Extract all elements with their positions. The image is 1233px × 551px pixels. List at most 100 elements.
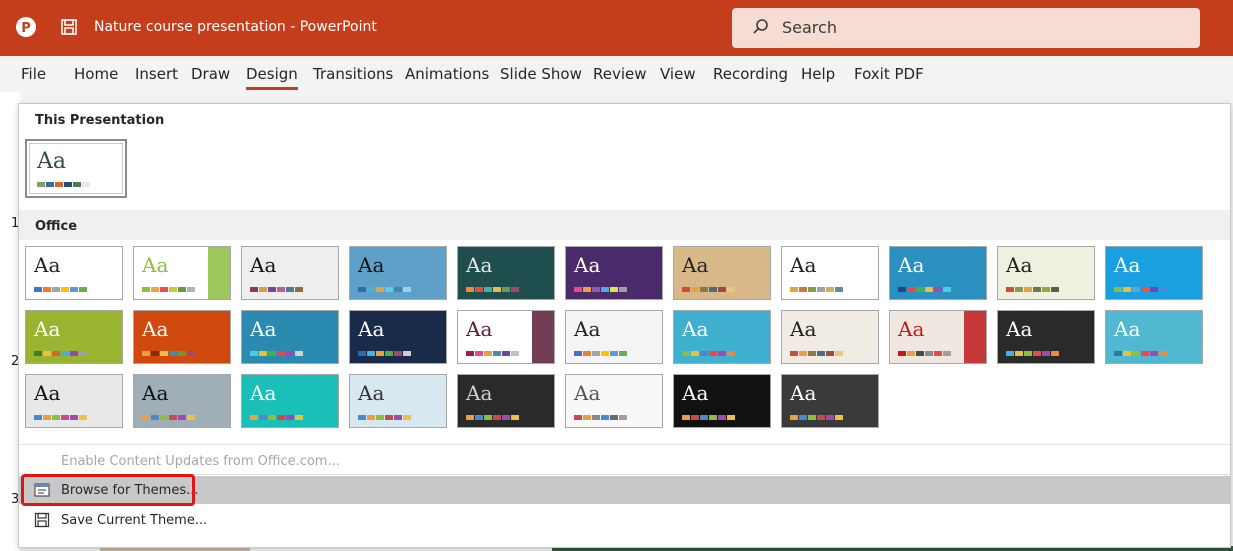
swatch: [79, 351, 87, 356]
current-theme-thumbnail[interactable]: Aa: [25, 139, 127, 198]
theme-thumbnail[interactable]: Aa: [457, 246, 555, 300]
swatch: [682, 415, 690, 420]
theme-thumbnail[interactable]: Aa: [673, 246, 771, 300]
tab-transitions[interactable]: Transitions: [313, 65, 393, 83]
swatch: [493, 415, 501, 420]
swatch: [511, 351, 519, 356]
theme-thumbnail[interactable]: Aa: [565, 374, 663, 428]
color-swatches: [898, 287, 951, 292]
theme-thumbnail[interactable]: Aa: [889, 246, 987, 300]
theme-thumbnail[interactable]: Aa: [349, 246, 447, 300]
save-current-theme-item[interactable]: Save Current Theme...: [19, 506, 1230, 534]
swatch: [475, 287, 483, 292]
color-swatches: [34, 351, 87, 356]
theme-thumbnail[interactable]: Aa: [781, 310, 879, 364]
swatch: [1114, 351, 1122, 356]
swatch: [385, 287, 393, 292]
swatch: [55, 182, 63, 187]
swatch: [1132, 351, 1140, 356]
tab-recording[interactable]: Recording: [713, 65, 788, 83]
theme-sample-text: Aa: [250, 253, 277, 277]
search-box[interactable]: Search: [732, 8, 1200, 48]
save-theme-icon: [34, 512, 50, 528]
theme-thumbnail[interactable]: Aa: [997, 310, 1095, 364]
tab-home[interactable]: Home: [74, 65, 118, 83]
tab-animations[interactable]: Animations: [405, 65, 489, 83]
menu-item-label: Save Current Theme...: [61, 513, 208, 528]
tab-review[interactable]: Review: [593, 65, 647, 83]
theme-sample-text: Aa: [574, 317, 601, 341]
theme-sample-text: Aa: [37, 149, 67, 174]
theme-thumbnail[interactable]: Aa: [133, 310, 231, 364]
theme-thumbnail[interactable]: Aa: [25, 310, 123, 364]
theme-thumbnail[interactable]: Aa: [25, 374, 123, 428]
tab-design[interactable]: Design: [246, 65, 298, 90]
color-swatches: [790, 287, 843, 292]
tab-foxit-pdf[interactable]: Foxit PDF: [854, 65, 924, 83]
window-title: Nature course presentation - PowerPoint: [94, 19, 377, 35]
theme-thumbnail[interactable]: Aa: [349, 310, 447, 364]
swatch: [142, 287, 150, 292]
theme-thumbnail[interactable]: Aa: [241, 246, 339, 300]
theme-thumbnail[interactable]: Aa: [133, 374, 231, 428]
theme-thumbnail[interactable]: Aa: [997, 246, 1095, 300]
theme-thumbnail[interactable]: Aa: [781, 246, 879, 300]
swatch: [403, 287, 411, 292]
swatch: [817, 415, 825, 420]
swatch: [826, 287, 834, 292]
swatch: [376, 351, 384, 356]
swatch: [1051, 351, 1059, 356]
theme-thumbnail[interactable]: Aa: [565, 246, 663, 300]
theme-thumbnail[interactable]: Aa: [133, 246, 231, 300]
swatch: [367, 415, 375, 420]
swatch: [610, 351, 618, 356]
theme-thumbnail[interactable]: Aa: [457, 310, 555, 364]
swatch: [43, 415, 51, 420]
swatch: [169, 287, 177, 292]
theme-thumbnail[interactable]: Aa: [349, 374, 447, 428]
swatch: [1141, 351, 1149, 356]
swatch: [286, 351, 294, 356]
powerpoint-logo-icon[interactable]: P: [15, 16, 37, 38]
swatch: [700, 351, 708, 356]
theme-sample-text: Aa: [358, 317, 385, 341]
enable-content-updates-item: Enable Content Updates from Office.com..…: [19, 447, 1230, 475]
color-swatches: [1114, 287, 1167, 292]
swatch: [178, 415, 186, 420]
swatch: [1042, 287, 1050, 292]
theme-sample-text: Aa: [1006, 317, 1033, 341]
theme-thumbnail[interactable]: Aa: [781, 374, 879, 428]
title-bar: P Nature course presentation - PowerPoin…: [0, 0, 1233, 56]
tab-help[interactable]: Help: [801, 65, 835, 83]
section-heading-office: Office: [35, 219, 78, 234]
swatch: [1033, 287, 1041, 292]
tab-slide-show[interactable]: Slide Show: [500, 65, 582, 83]
tab-draw[interactable]: Draw: [191, 65, 230, 83]
color-swatches: [574, 287, 627, 292]
swatch: [583, 287, 591, 292]
theme-thumbnail[interactable]: Aa: [241, 374, 339, 428]
browse-for-themes-item[interactable]: Browse for Themes...: [19, 476, 1230, 504]
theme-thumbnail[interactable]: Aa: [565, 310, 663, 364]
tab-view[interactable]: View: [660, 65, 696, 83]
tab-insert[interactable]: Insert: [135, 65, 178, 83]
theme-thumbnail[interactable]: Aa: [673, 310, 771, 364]
theme-sample-text: Aa: [250, 317, 277, 341]
theme-thumbnail[interactable]: Aa: [1105, 310, 1203, 364]
swatch: [1123, 287, 1131, 292]
swatch: [682, 287, 690, 292]
swatch: [268, 415, 276, 420]
swatch: [709, 415, 717, 420]
theme-thumbnail[interactable]: Aa: [457, 374, 555, 428]
theme-thumbnail[interactable]: Aa: [241, 310, 339, 364]
theme-thumbnail[interactable]: Aa: [25, 246, 123, 300]
theme-thumbnail[interactable]: Aa: [1105, 246, 1203, 300]
theme-thumbnail[interactable]: Aa: [889, 310, 987, 364]
save-icon[interactable]: [58, 16, 80, 38]
svg-text:P: P: [21, 21, 31, 36]
tab-file[interactable]: File: [21, 65, 46, 83]
swatch: [601, 287, 609, 292]
swatch: [151, 351, 159, 356]
ribbon-tabs: File Home Insert Draw Design Transitions…: [0, 56, 1233, 92]
theme-thumbnail[interactable]: Aa: [673, 374, 771, 428]
